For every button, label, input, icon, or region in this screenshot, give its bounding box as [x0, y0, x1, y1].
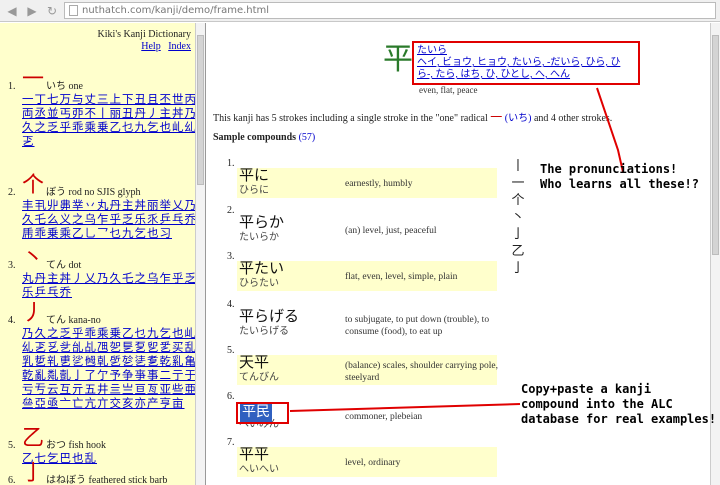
radical-glyph[interactable]: 个 [22, 173, 44, 197]
compound-word[interactable]: 平らげる [239, 309, 299, 326]
compound-row: 平らか たいらか (an) level, just, peaceful [237, 215, 497, 245]
compound-row: 平平 へいへい level, ordinary [237, 447, 497, 477]
readings-list: たいら ヘイ, ビョウ, ヒョウ, たいら, -だいら, ひら, ひら-, たら… [412, 41, 640, 85]
radical-glyph[interactable]: 丿 [22, 301, 44, 325]
radical-link[interactable]: 一 [490, 110, 502, 124]
compound-row: 平たい ひらたい flat, even, level, simple, plai… [237, 261, 497, 291]
note-pronunciations: The pronunciations! Who learns all these… [540, 162, 699, 191]
arrow-right-icon[interactable]: ▶ [24, 3, 40, 19]
radical-sidebar: Kiki's Kanji Dictionary Help Index 1. 一 … [0, 23, 206, 485]
stroke-info: This kanji has 5 strokes including a sin… [213, 110, 613, 124]
radical-kanji-list[interactable]: 一丁七万与丈三上下丑且丕世丙両丞並丐丣不丨丽丑丹丿主丼乃久之乏乎乖乘乗乙乜九乞也… [22, 93, 202, 177]
kanji-meaning: even, flat, peace [419, 85, 478, 95]
radical-glyph[interactable]: 亅 [22, 461, 44, 485]
compounds-heading: Sample compounds (57) [213, 132, 316, 143]
compound-highlight[interactable]: 平民 [236, 402, 289, 424]
radical-entry-6: 6. 亅 はねぼう feathered stick barb [8, 460, 168, 485]
note-copy-paste: Copy+paste a kanji compound into the ALC… [521, 382, 717, 426]
reload-icon[interactable]: ↻ [44, 3, 60, 19]
compound-word[interactable]: 天平 [239, 355, 269, 372]
compound-word[interactable]: 平平 [239, 447, 269, 464]
radical-glyph[interactable]: 一 [22, 67, 44, 91]
reading-all[interactable]: ヘイ, ビョウ, ヒョウ, たいら, -だいら, ひら, ひら-, たら, はち… [417, 57, 635, 81]
browser-toolbar: ◀ ▶ ↻ nuthatch.com/kanji/demo/frame.html [0, 0, 720, 22]
radical-entry-1: 1. 一 いち one 一丁七万与丈三上下丑且丕世丙両丞並丐丣不丨丽丑丹丿主丼乃… [8, 67, 198, 177]
compound-row: 平らげる たいらげる to subjugate, to put down (tr… [237, 309, 497, 339]
radical-entry-4: 4. 丿 てん kana-no 乃久之乏乎乖乘乗乙乜九乞也乢乣乤乥乧乨乩乪乫乬乭… [8, 301, 198, 431]
scrollbar-thumb[interactable] [712, 35, 719, 255]
compound-word[interactable]: 平らか [239, 215, 284, 232]
arrow-left-icon[interactable]: ◀ [4, 3, 20, 19]
address-bar[interactable]: nuthatch.com/kanji/demo/frame.html [64, 2, 716, 19]
compound-row: 平に ひらに earnestly, humbly [237, 168, 497, 198]
compounds-count[interactable]: (57) [299, 132, 316, 143]
reading-kun[interactable]: たいら [417, 45, 635, 57]
compound-word[interactable]: 平に [239, 168, 269, 185]
sidebar-scrollbar[interactable] [195, 23, 205, 485]
sidebar-header: Kiki's Kanji Dictionary Help Index [98, 29, 191, 53]
scrollbar-thumb[interactable] [197, 35, 204, 185]
help-link[interactable]: Help [141, 41, 160, 52]
index-link[interactable]: Index [168, 41, 191, 52]
kanji-headword: 平 [383, 43, 413, 76]
compound-word[interactable]: 平たい [239, 261, 284, 278]
compound-row: 天平 てんびん (balance) scales, shoulder carry… [237, 355, 498, 385]
stroke-order-column: 丨 一 个 丶 亅 乙 亅 [511, 159, 525, 276]
radical-glyph[interactable]: 丶 [22, 246, 44, 270]
page-icon [69, 5, 78, 16]
radical-glyph[interactable]: 乙 [22, 426, 44, 450]
sidebar-title: Kiki's Kanji Dictionary [97, 29, 191, 40]
radical-kanji-list[interactable]: 丸丹主丼丿乂乃久乇之乌乍乎乏乐乒乓乔 [22, 272, 202, 300]
radical-kanji-list[interactable]: 乃久之乏乎乖乘乗乙乜九乞也乢乣乤乥乧乨乩乪乫乬乭乮乯买乱乳乴乵乶乷乸乹乺乻乼乽乾… [22, 327, 202, 425]
url-text: nuthatch.com/kanji/demo/frame.html [82, 5, 270, 16]
compound-word-selected[interactable]: 平民 [240, 404, 272, 422]
radical-entry-3: 3. 丶 てん dot 丸丹主丼丿乂乃久乇之乌乍乎乏乐乒乓乔 [8, 246, 198, 306]
